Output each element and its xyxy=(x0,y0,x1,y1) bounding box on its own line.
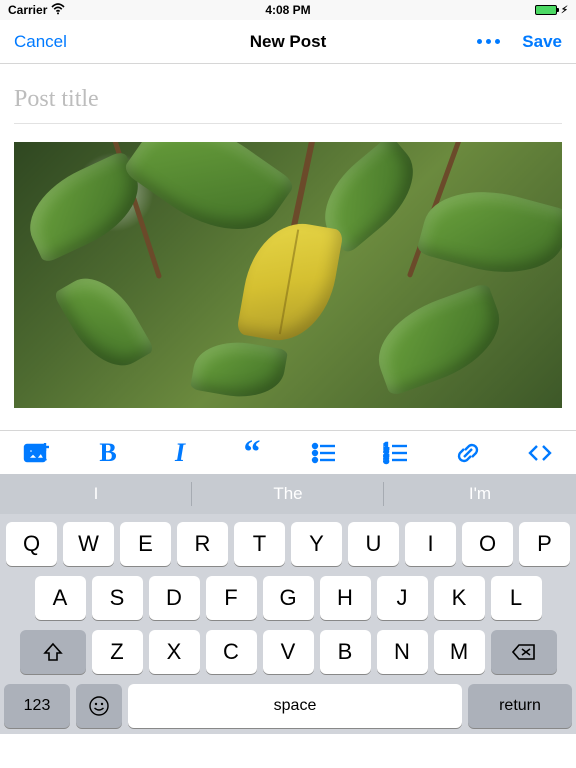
svg-text:3: 3 xyxy=(384,456,389,465)
insert-image-button[interactable] xyxy=(10,431,62,475)
cancel-button[interactable]: Cancel xyxy=(14,32,67,52)
key-g[interactable]: G xyxy=(263,576,314,620)
clock: 4:08 PM xyxy=(0,3,576,17)
key-s[interactable]: S xyxy=(92,576,143,620)
key-u[interactable]: U xyxy=(348,522,399,566)
key-b[interactable]: B xyxy=(320,630,371,674)
bullet-list-button[interactable] xyxy=(298,431,350,475)
battery-icon xyxy=(535,5,557,15)
quote-button[interactable]: “ xyxy=(226,431,278,475)
suggestion-1[interactable]: I xyxy=(0,474,192,514)
key-a[interactable]: A xyxy=(35,576,86,620)
keyboard: Q W E R T Y U I O P A S D F G H J K L Z … xyxy=(0,514,576,734)
backspace-key[interactable] xyxy=(491,630,557,674)
key-o[interactable]: O xyxy=(462,522,513,566)
status-bar: Carrier 4:08 PM ⚡︎ xyxy=(0,0,576,20)
shift-key[interactable] xyxy=(20,630,86,674)
emoji-key[interactable] xyxy=(76,684,122,728)
suggestion-2[interactable]: The xyxy=(192,474,384,514)
key-k[interactable]: K xyxy=(434,576,485,620)
navigation-bar: Cancel New Post Save xyxy=(0,20,576,64)
carrier-label: Carrier xyxy=(8,3,47,17)
code-button[interactable] xyxy=(514,431,566,475)
key-n[interactable]: N xyxy=(377,630,428,674)
key-l[interactable]: L xyxy=(491,576,542,620)
space-key[interactable]: space xyxy=(128,684,462,728)
link-button[interactable] xyxy=(442,431,494,475)
key-r[interactable]: R xyxy=(177,522,228,566)
key-y[interactable]: Y xyxy=(291,522,342,566)
more-options-button[interactable] xyxy=(471,33,506,50)
key-t[interactable]: T xyxy=(234,522,285,566)
key-i[interactable]: I xyxy=(405,522,456,566)
charging-icon: ⚡︎ xyxy=(561,5,568,16)
key-c[interactable]: C xyxy=(206,630,257,674)
keyboard-suggestions: I The I'm xyxy=(0,474,576,514)
italic-button[interactable]: I xyxy=(154,431,206,475)
key-e[interactable]: E xyxy=(120,522,171,566)
post-title-input[interactable] xyxy=(14,82,562,124)
key-h[interactable]: H xyxy=(320,576,371,620)
key-f[interactable]: F xyxy=(206,576,257,620)
key-p[interactable]: P xyxy=(519,522,570,566)
key-m[interactable]: M xyxy=(434,630,485,674)
return-key[interactable]: return xyxy=(468,684,572,728)
numbered-list-button[interactable]: 123 xyxy=(370,431,422,475)
key-x[interactable]: X xyxy=(149,630,200,674)
key-z[interactable]: Z xyxy=(92,630,143,674)
key-w[interactable]: W xyxy=(63,522,114,566)
key-j[interactable]: J xyxy=(377,576,428,620)
numeric-key[interactable]: 123 xyxy=(4,684,70,728)
key-v[interactable]: V xyxy=(263,630,314,674)
editor-area xyxy=(0,64,576,408)
key-d[interactable]: D xyxy=(149,576,200,620)
post-image[interactable] xyxy=(14,142,562,408)
suggestion-3[interactable]: I'm xyxy=(384,474,576,514)
save-button[interactable]: Save xyxy=(522,32,562,52)
bold-button[interactable]: B xyxy=(82,431,134,475)
wifi-icon xyxy=(51,3,65,18)
format-toolbar: B I “ 123 xyxy=(0,430,576,474)
key-q[interactable]: Q xyxy=(6,522,57,566)
